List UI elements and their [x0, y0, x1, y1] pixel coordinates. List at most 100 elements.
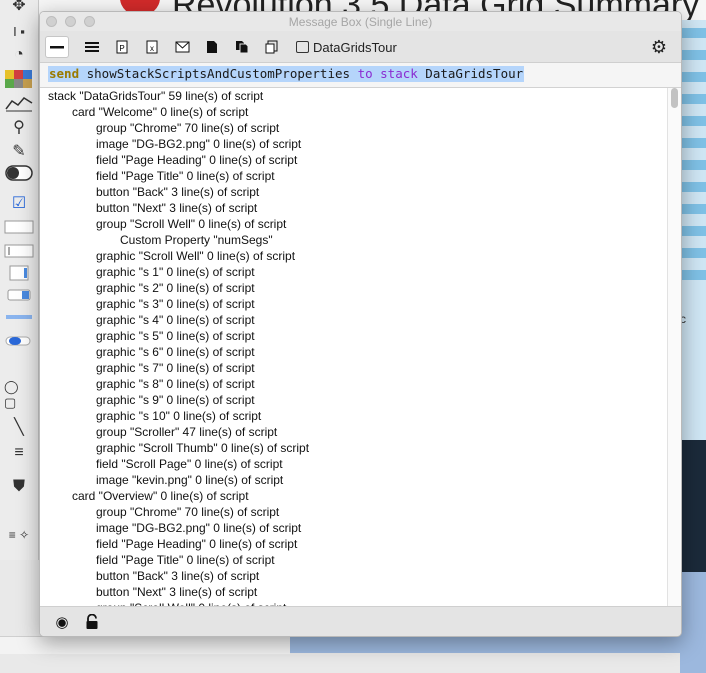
browse-edit-tool-icon[interactable]: I ▪	[4, 20, 34, 42]
progress-tool-icon[interactable]	[4, 330, 34, 352]
tools-palette: ✥ I ▪ ◔ ⚲ ✎ ☑ ◯ ▢ ╲ ≡ ⛊ ≡ ✧	[0, 0, 39, 560]
lock-icon	[86, 614, 98, 629]
output-line: group "Chrome" 70 line(s) of script	[96, 505, 280, 519]
target-icon: ◉	[55, 614, 69, 631]
toggle-switch-icon[interactable]	[4, 162, 34, 184]
pencil-icon[interactable]: ✎	[4, 140, 34, 162]
output-line: image "DG-BG2.png" 0 line(s) of script	[96, 521, 302, 535]
pending-messages-button[interactable]	[170, 36, 194, 58]
output-line: field "Page Heading" 0 line(s) of script	[96, 537, 298, 551]
results-output[interactable]: stack "DataGridsTour" 59 line(s) of scri…	[40, 88, 667, 606]
chart-tool-icon[interactable]	[4, 92, 34, 114]
output-line: field "Page Heading" 0 line(s) of script	[96, 153, 298, 167]
output-line: image "DG-BG2.png" 0 line(s) of script	[96, 137, 302, 151]
output-line: graphic "s 3" 0 line(s) of script	[96, 297, 255, 311]
output-line: graphic "Scroll Well" 0 line(s) of scrip…	[96, 249, 296, 263]
front-scripts-icon	[207, 41, 217, 53]
output-line: image "kevin.png" 0 line(s) of script	[96, 473, 284, 487]
close-window-button[interactable]	[46, 16, 57, 27]
line-tool-icon[interactable]: ╲	[4, 416, 34, 438]
output-line: button "Back" 3 line(s) of script	[96, 569, 260, 583]
output-line: field "Page Title" 0 line(s) of script	[96, 169, 275, 183]
text-field-tool-icon[interactable]	[4, 240, 34, 262]
command-token: send	[49, 66, 80, 81]
menu-tool-icon[interactable]: ≡	[4, 442, 34, 464]
single-line-button[interactable]	[45, 36, 69, 58]
clear-icon	[265, 40, 278, 54]
output-line: graphic "s 5" 0 line(s) of script	[96, 329, 255, 343]
background-window-right: c	[680, 20, 706, 673]
output-line: card "Overview" 0 line(s) of script	[72, 489, 249, 503]
output-line: field "Page Title" 0 line(s) of script	[96, 553, 275, 567]
single-line-icon	[50, 46, 64, 49]
message-box-window: Message Box (Single Line) P x DataGridsT…	[39, 11, 682, 637]
background-blue-panel	[680, 572, 706, 673]
results-scrollbar[interactable]	[667, 88, 681, 606]
stack-window-icon	[296, 41, 309, 53]
output-line: graphic "s 10" 0 line(s) of script	[96, 409, 262, 423]
multi-line-icon	[85, 42, 99, 52]
paint-bucket-icon[interactable]: ⛊	[4, 476, 34, 498]
command-input[interactable]: send showStackScriptsAndCustomProperties…	[40, 63, 681, 88]
output-line: graphic "s 8" 0 line(s) of script	[96, 377, 255, 391]
output-line: button "Back" 3 line(s) of script	[96, 185, 260, 199]
checkbox-tool-icon[interactable]: ☑	[4, 192, 34, 214]
message-box-toolbar: P x DataGridsTour ⚙	[40, 31, 681, 63]
output-line: graphic "s 4" 0 line(s) of script	[96, 313, 255, 327]
output-line: button "Next" 3 line(s) of script	[96, 201, 258, 215]
command-token: showStackScriptsAndCustomProperties	[79, 66, 358, 81]
gear-icon: ⚙	[650, 36, 668, 57]
back-scripts-button[interactable]	[230, 36, 254, 58]
map-pin-icon[interactable]: ⚲	[4, 116, 34, 138]
move-palette-icon[interactable]: ✥	[4, 0, 34, 16]
output-line: graphic "s 7" 0 line(s) of script	[96, 361, 255, 375]
output-line: group "Chrome" 70 line(s) of script	[96, 121, 280, 135]
back-scripts-icon	[236, 41, 249, 54]
output-line: graphic "Scroll Thumb" 0 line(s) of scri…	[96, 441, 310, 455]
output-line: group "Scroller" 47 line(s) of script	[96, 425, 278, 439]
lock-button[interactable]	[82, 612, 102, 632]
multi-line-button[interactable]	[80, 36, 104, 58]
clock-icon[interactable]: ◔	[4, 44, 34, 66]
command-token: DataGridsTour	[417, 66, 524, 81]
settings-button[interactable]: ⚙	[648, 36, 670, 58]
background-dark-panel	[680, 440, 706, 572]
output-line: Custom Property "numSegs"	[120, 233, 273, 247]
global-properties-button[interactable]: P	[110, 36, 134, 58]
svg-text:x: x	[150, 44, 154, 53]
palette-options-icon[interactable]: ≡ ✧	[4, 524, 34, 546]
target-stack-selector[interactable]: DataGridsTour	[296, 37, 397, 57]
global-properties-icon: P	[116, 40, 128, 54]
svg-text:P: P	[119, 44, 124, 53]
background-window-bottom	[290, 636, 706, 653]
output-line: graphic "s 9" 0 line(s) of script	[96, 393, 255, 407]
front-scripts-button[interactable]	[200, 36, 224, 58]
output-line: graphic "s 2" 0 line(s) of script	[96, 281, 255, 295]
output-line: field "Scroll Page" 0 line(s) of script	[96, 457, 283, 471]
target-stack-name: DataGridsTour	[313, 39, 397, 55]
zoom-window-button[interactable]	[84, 16, 95, 27]
background-window-bottom-left	[0, 636, 290, 654]
output-line: graphic "s 1" 0 line(s) of script	[96, 265, 255, 279]
output-line: graphic "s 6" 0 line(s) of script	[96, 345, 255, 359]
output-line: stack "DataGridsTour" 59 line(s) of scri…	[48, 89, 264, 103]
output-line: card "Welcome" 0 line(s) of script	[72, 105, 249, 119]
global-variables-button[interactable]: x	[140, 36, 164, 58]
shape-tools-icon[interactable]: ◯ ▢	[4, 379, 34, 410]
color-chips-icon[interactable]	[4, 68, 34, 90]
title-bar[interactable]: Message Box (Single Line)	[40, 12, 681, 31]
command-text[interactable]: send showStackScriptsAndCustomProperties…	[48, 66, 525, 82]
output-line: button "Next" 3 line(s) of script	[96, 585, 258, 599]
field-tool-icon[interactable]	[4, 216, 34, 238]
clear-button[interactable]	[260, 36, 284, 58]
minimize-window-button[interactable]	[65, 16, 76, 27]
scroll-thumb[interactable]	[671, 88, 678, 108]
status-bar: ◉	[40, 606, 681, 636]
target-button[interactable]: ◉	[52, 612, 72, 632]
global-variables-icon: x	[146, 40, 158, 54]
output-line: group "Scroll Well" 0 line(s) of script	[96, 217, 287, 231]
popup-menu-tool-icon[interactable]	[4, 284, 34, 306]
list-field-tool-icon[interactable]	[4, 262, 34, 284]
window-title: Message Box (Single Line)	[288, 14, 433, 29]
slider-tool-icon[interactable]	[4, 306, 34, 328]
